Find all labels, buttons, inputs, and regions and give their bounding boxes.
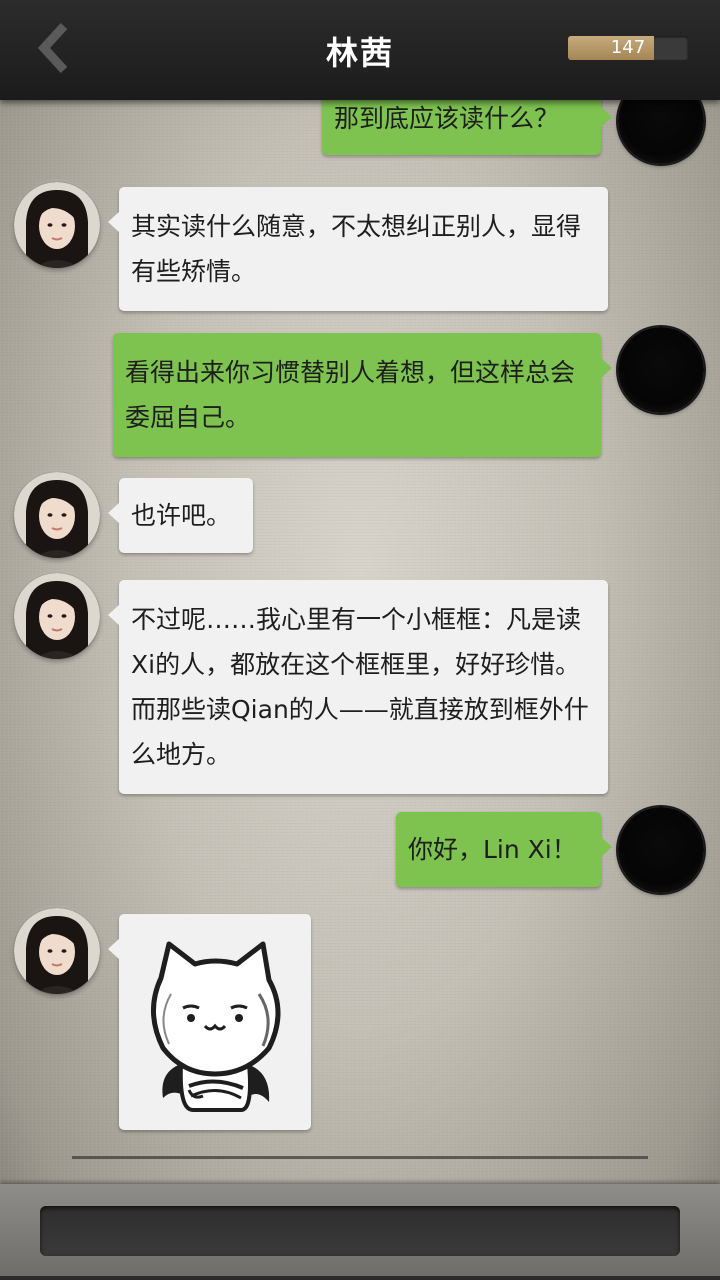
message-text: 不过呢……我心里有一个小框框：凡是读Xi的人，都放在这个框框里，好好珍惜。而那些…	[131, 605, 589, 769]
white-cat-crossed-arms-sticker	[150, 941, 281, 1112]
counter-value: 147	[610, 37, 646, 58]
divider	[72, 1156, 648, 1159]
bottom-edge	[0, 1276, 720, 1280]
contact-avatar[interactable]	[14, 908, 100, 994]
contact-avatar[interactable]	[14, 472, 100, 558]
woman-portrait-avatar	[14, 573, 100, 659]
message-bubble-self[interactable]: 你好，Lin Xi！	[396, 812, 612, 887]
woman-portrait-avatar	[14, 908, 100, 994]
message-bubble-self[interactable]: 看得出来你习惯替别人着想，但这样总会委屈自己。	[113, 333, 612, 457]
message-text: 那到底应该读什么？	[334, 104, 560, 133]
contact-avatar[interactable]	[14, 182, 100, 268]
counter-badge: 147	[568, 36, 688, 60]
message-text: 看得出来你习惯替别人着想，但这样总会委屈自己。	[125, 358, 576, 432]
message-bubble-contact[interactable]: 其实读什么随意，不太想纠正别人，显得有些矫情。	[108, 187, 608, 311]
message-text: 你好，Lin Xi！	[408, 835, 577, 864]
contact-avatar[interactable]	[14, 573, 100, 659]
bottom-bar	[0, 1184, 720, 1280]
woman-portrait-avatar	[14, 472, 100, 558]
sticker-message[interactable]	[108, 914, 311, 1130]
message-text: 也许吧。	[131, 501, 232, 530]
message-bubble-contact[interactable]: 也许吧。	[108, 478, 253, 553]
self-avatar[interactable]	[618, 807, 704, 893]
message-input[interactable]	[40, 1206, 680, 1256]
message-text: 其实读什么随意，不太想纠正别人，显得有些矫情。	[131, 212, 582, 286]
top-bar: 林茜 147	[0, 0, 720, 100]
self-avatar[interactable]	[618, 327, 704, 413]
message-bubble-contact[interactable]: 不过呢……我心里有一个小框框：凡是读Xi的人，都放在这个框框里，好好珍惜。而那些…	[108, 580, 608, 794]
woman-portrait-avatar	[14, 182, 100, 268]
